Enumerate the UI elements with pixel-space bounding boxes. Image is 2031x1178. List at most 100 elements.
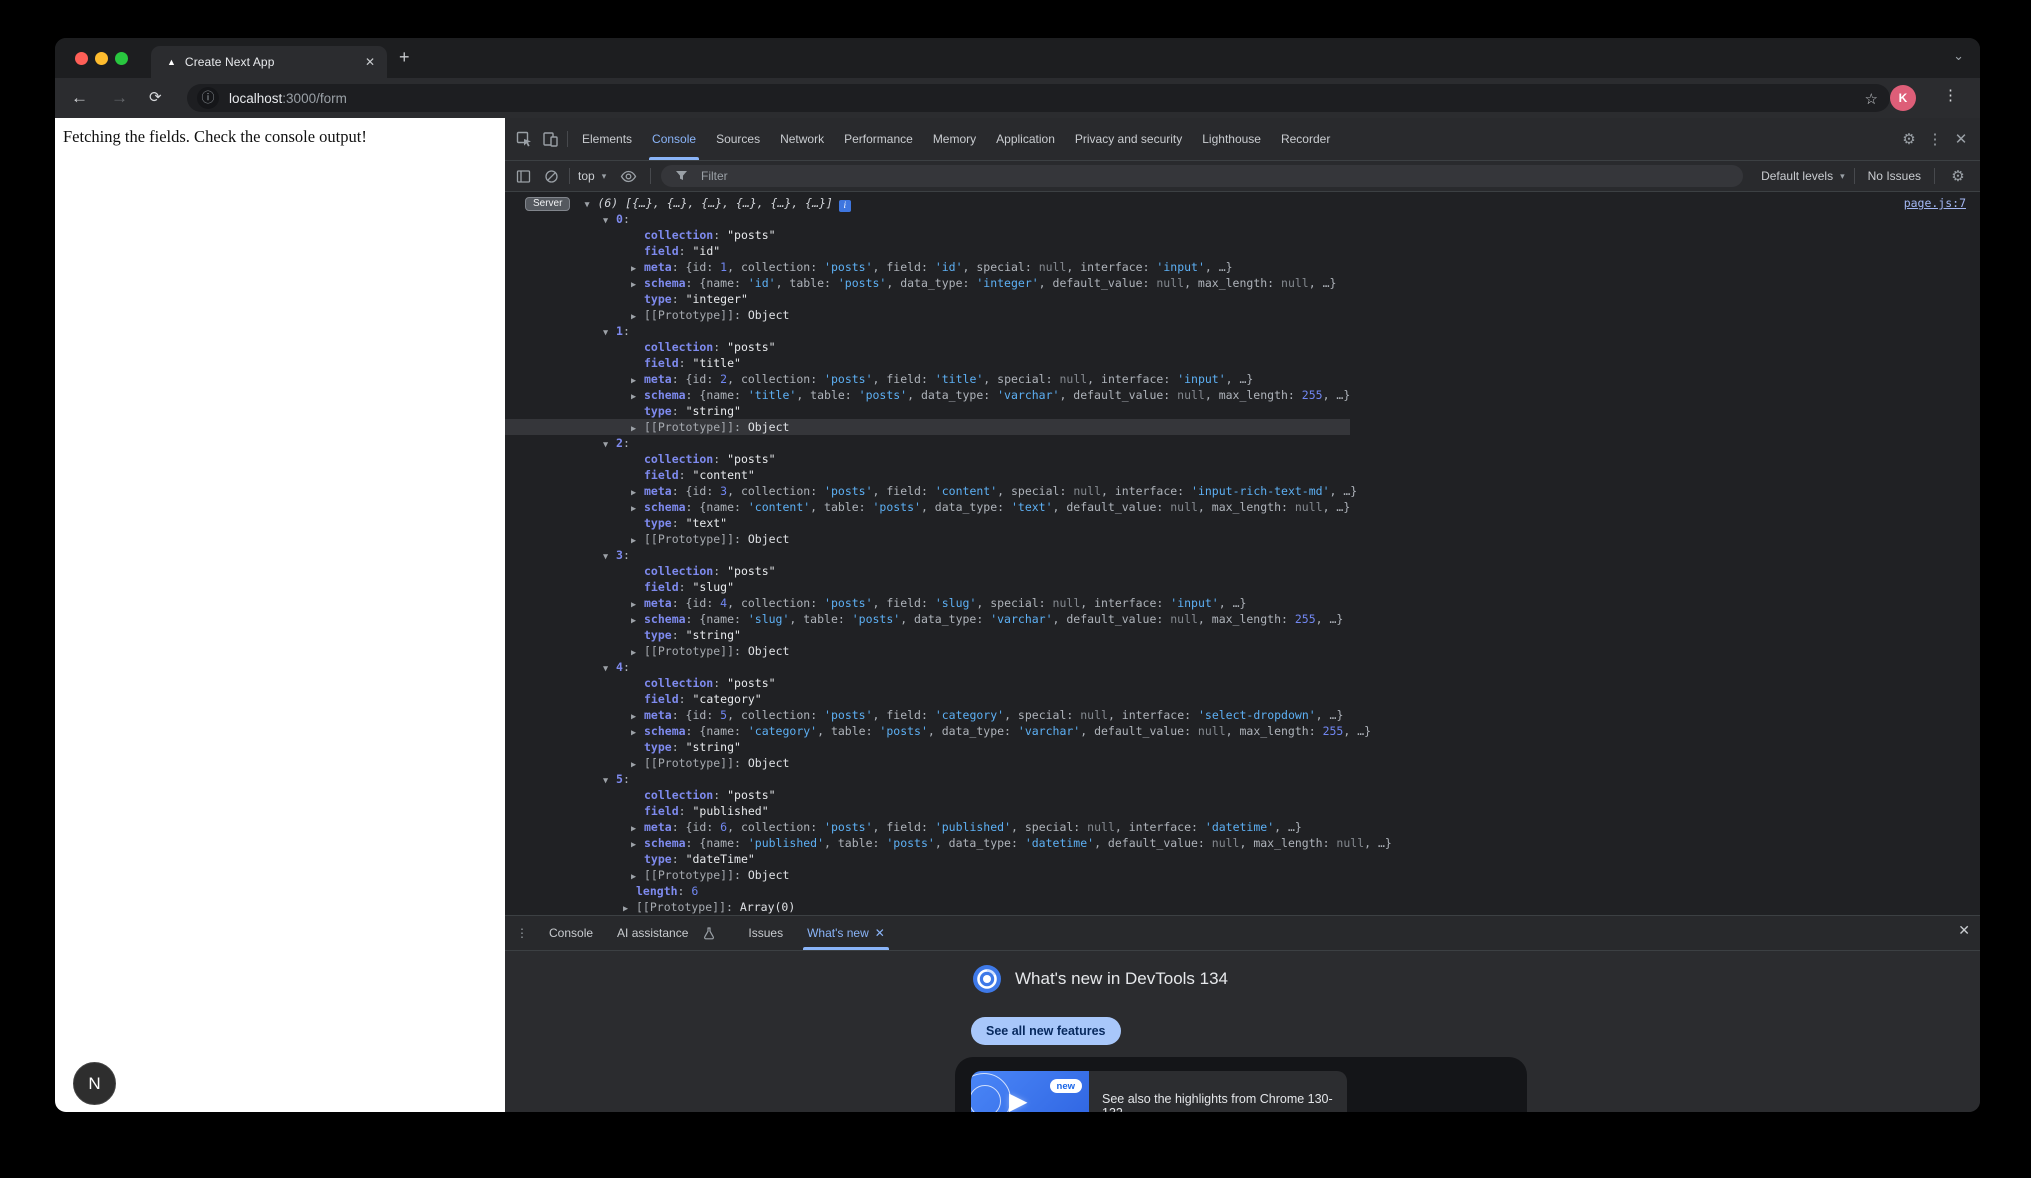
browser-menu-icon[interactable]: ⋮	[1943, 86, 1958, 104]
devtools-settings-gear-icon[interactable]: ⚙	[1896, 126, 1922, 152]
drawer-tab-ai-assistance[interactable]: AI assistance	[605, 916, 736, 950]
console-token: (6) [{…}, {…}, {…}, {…}, {…}, {…}]	[597, 196, 832, 210]
console-token: schema	[644, 724, 686, 738]
tab-application[interactable]: Application	[986, 118, 1065, 160]
console-token: : {id:	[672, 596, 720, 610]
console-token: "posts"	[727, 452, 775, 466]
inspect-element-icon[interactable]	[511, 126, 537, 152]
minimize-window-button[interactable]	[95, 52, 108, 65]
console-token: 4	[616, 660, 623, 674]
console-token: , default_value:	[1039, 276, 1157, 290]
close-drawer-tab-icon[interactable]: ✕	[875, 926, 885, 940]
console-token: , default_value:	[1080, 724, 1198, 738]
tab-performance[interactable]: Performance	[834, 118, 923, 160]
console-filter-input[interactable]: Filter	[661, 165, 1743, 187]
console-sidebar-icon[interactable]	[511, 164, 535, 188]
console-token: , data_type:	[921, 500, 1011, 514]
console-token: :	[679, 580, 693, 594]
console-token: 2	[616, 436, 623, 450]
console-token: , field:	[873, 596, 935, 610]
console-token: 'posts'	[872, 500, 920, 514]
close-tab-icon[interactable]: ✕	[365, 55, 375, 69]
devtools-close-icon[interactable]: ✕	[1948, 126, 1974, 152]
console-token: 'published'	[748, 836, 824, 850]
device-toolbar-icon[interactable]	[537, 126, 563, 152]
site-info-icon[interactable]: ⓘ	[197, 87, 219, 109]
tab-network[interactable]: Network	[770, 118, 834, 160]
forward-button[interactable]: →	[111, 86, 128, 110]
console-row: type: "dateTime"	[505, 851, 1980, 867]
highlight-row[interactable]: ▶ new See also the highlights from Chrom…	[971, 1071, 1347, 1112]
console-token: field	[644, 356, 679, 370]
console-token: meta	[644, 596, 672, 610]
new-tab-button[interactable]: +	[399, 47, 410, 68]
devtools-menu-icon[interactable]: ⋮	[1922, 126, 1948, 152]
tab-search-chevron-icon[interactable]: ⌄	[1953, 48, 1964, 64]
zoom-window-button[interactable]	[115, 52, 128, 65]
tab-memory[interactable]: Memory	[923, 118, 986, 160]
console-token: schema	[644, 388, 686, 402]
bookmark-star-icon[interactable]: ☆	[1865, 90, 1878, 108]
source-location-link[interactable]: page.js:7	[1904, 195, 1966, 211]
console-token: , field:	[873, 484, 935, 498]
console-token: 'posts'	[824, 820, 872, 834]
see-all-new-features-button[interactable]: See all new features	[971, 1017, 1121, 1045]
tab-elements[interactable]: Elements	[572, 118, 642, 160]
console-token: 'posts'	[824, 484, 872, 498]
console-token: 'datetime'	[1025, 836, 1094, 850]
tab-privacy-and-security[interactable]: Privacy and security	[1065, 118, 1192, 160]
console-token: 255	[1302, 388, 1323, 402]
console-token: null	[1039, 260, 1067, 274]
browser-tab[interactable]: ▲ Create Next App ✕	[151, 46, 387, 78]
web-page: Fetching the fields. Check the console o…	[55, 118, 505, 1112]
drawer-tab-console[interactable]: Console	[537, 916, 605, 950]
console-token: : {id:	[672, 372, 720, 386]
console-token: 'title'	[748, 388, 796, 402]
console-token: field	[644, 692, 679, 706]
console-row: ▶[[Prototype]]: Object	[505, 867, 1980, 883]
console-token: schema	[644, 276, 686, 290]
tree-caret-icon[interactable]: ▶	[623, 901, 636, 915]
console-token: :	[679, 804, 693, 818]
console-token: null	[1073, 484, 1101, 498]
back-button[interactable]: ←	[71, 86, 88, 110]
clear-console-icon[interactable]	[539, 164, 563, 188]
close-drawer-icon[interactable]: ✕	[1958, 922, 1970, 939]
tab-sources[interactable]: Sources	[706, 118, 770, 160]
devtools-panel: Elements Console Sources Network Perform…	[505, 118, 1980, 1112]
context-selector[interactable]: top	[578, 169, 595, 183]
console-token: , max_length:	[1198, 612, 1295, 626]
url-text[interactable]: localhost:3000/form	[229, 91, 347, 106]
address-bar[interactable]: ⓘ localhost:3000/form ☆	[187, 84, 1890, 112]
divider	[1854, 168, 1855, 184]
console-row: ▼0:	[505, 211, 1980, 227]
console-toolbar: top ▾ Filter Default levels ▾ No Issues	[505, 161, 1980, 192]
console-token: meta	[644, 820, 672, 834]
issues-counter[interactable]: No Issues	[1868, 169, 1921, 183]
console-row: ▶meta: {id: 5, collection: 'posts', fiel…	[505, 707, 1980, 723]
console-token: :	[672, 404, 686, 418]
tab-console[interactable]: Console	[642, 118, 706, 160]
console-token: meta	[644, 708, 672, 722]
console-token: schema	[644, 836, 686, 850]
console-token: , data_type:	[935, 836, 1025, 850]
reload-button[interactable]: ⟳	[149, 86, 162, 110]
console-token: , max_length:	[1184, 276, 1281, 290]
console-row: ▼4:	[505, 659, 1980, 675]
tab-recorder[interactable]: Recorder	[1271, 118, 1340, 160]
console-token: 'posts'	[824, 596, 872, 610]
highlight-link[interactable]: See also the highlights from Chrome 130-…	[1089, 1071, 1347, 1112]
live-expression-eye-icon[interactable]	[616, 164, 640, 188]
console-settings-gear-icon[interactable]: ⚙	[1946, 164, 1970, 188]
drawer-menu-icon[interactable]: ⋮	[511, 922, 533, 944]
whats-new-title: What's new in DevTools 134	[1015, 969, 1228, 989]
close-window-button[interactable]	[75, 52, 88, 65]
server-badge: Server	[525, 197, 570, 211]
console-token: Object	[748, 420, 790, 434]
log-levels-selector[interactable]: Default levels	[1761, 169, 1833, 183]
drawer-tab-whats-new[interactable]: What's new ✕	[795, 916, 897, 950]
nextjs-dev-button[interactable]: N	[73, 1062, 116, 1105]
drawer-tab-issues[interactable]: Issues	[736, 916, 795, 950]
profile-avatar[interactable]: K	[1890, 85, 1916, 111]
tab-lighthouse[interactable]: Lighthouse	[1192, 118, 1271, 160]
